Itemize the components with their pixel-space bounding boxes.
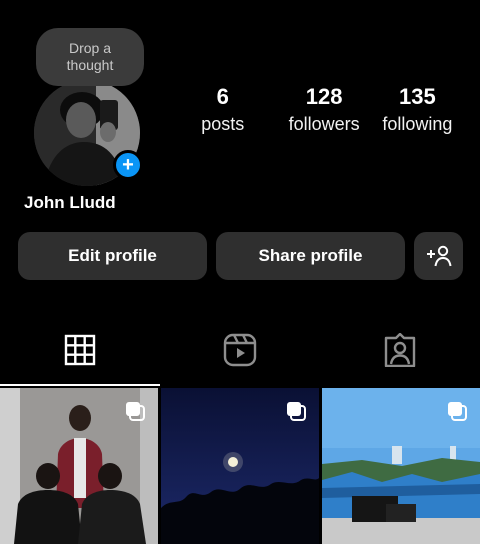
reels-icon (223, 333, 257, 367)
profile-stats: 6 posts 128 followers 135 following (190, 84, 462, 135)
followers-count: 128 (305, 84, 343, 109)
tab-tagged[interactable] (320, 314, 480, 386)
multiple-photos-icon (448, 402, 467, 421)
followers-label: followers (288, 114, 360, 134)
multiple-photos-icon (126, 402, 145, 421)
profile-name: John Lludd (24, 193, 116, 212)
tagged-person-icon (384, 333, 416, 367)
posts-stat[interactable]: 6 posts (190, 84, 255, 135)
plus-icon: + (122, 154, 134, 176)
post-thumbnail[interactable] (161, 388, 319, 544)
grid-icon (64, 334, 96, 366)
posts-label: posts (201, 114, 245, 134)
thought-bubble[interactable]: Drop a thought (36, 28, 144, 86)
posts-grid (0, 388, 480, 544)
profile-tabs (0, 314, 480, 386)
multiple-photos-icon (287, 402, 306, 421)
add-person-icon (426, 245, 451, 267)
following-label: following (382, 114, 453, 134)
tab-grid[interactable] (0, 314, 160, 386)
share-profile-button[interactable]: Share profile (216, 232, 405, 280)
followers-stat[interactable]: 128 followers (279, 84, 368, 135)
edit-profile-button[interactable]: Edit profile (18, 232, 207, 280)
add-story-button[interactable]: + (113, 150, 143, 180)
tab-reels[interactable] (160, 314, 320, 386)
post-thumbnail[interactable] (0, 388, 158, 544)
following-count: 135 (399, 84, 436, 109)
post-thumbnail[interactable] (322, 388, 480, 544)
posts-count: 6 (216, 84, 229, 109)
profile-avatar-container[interactable]: + (34, 80, 146, 186)
following-stat[interactable]: 135 following (373, 84, 462, 135)
discover-people-button[interactable] (414, 232, 463, 280)
